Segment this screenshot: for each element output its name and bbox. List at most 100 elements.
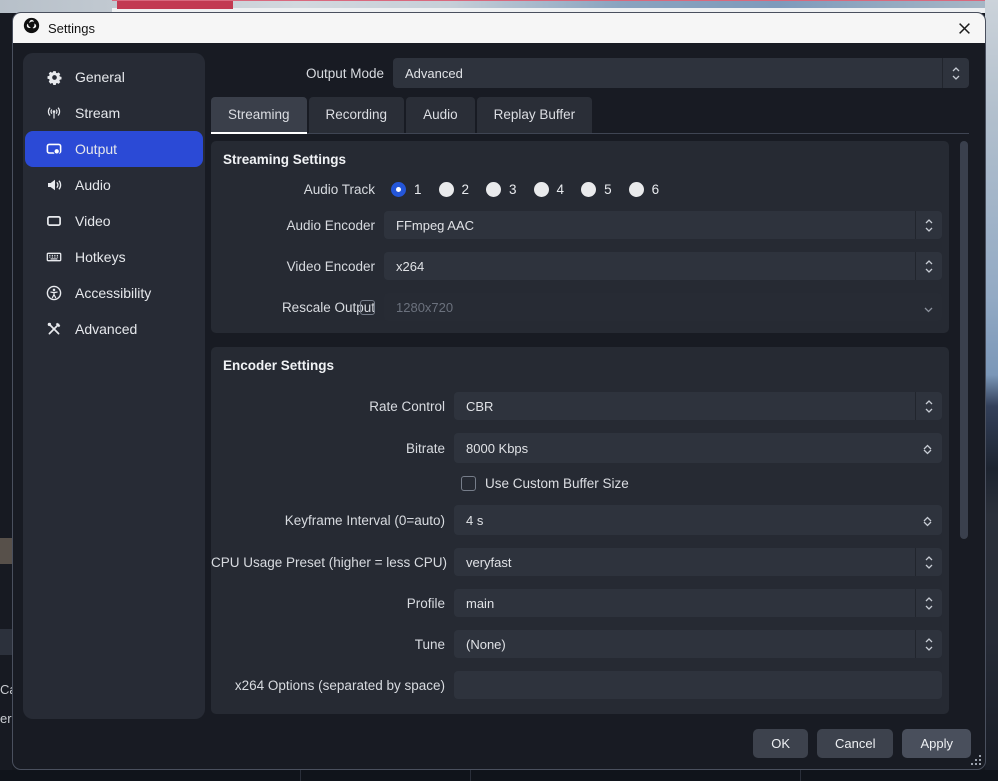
vertical-scrollbar-thumb[interactable]	[960, 141, 968, 539]
rescale-resolution-combo[interactable]: 1280x720	[384, 293, 942, 321]
video-encoder-row: Video Encoder x264	[211, 252, 949, 280]
chevron-up-down-icon[interactable]	[915, 392, 942, 420]
radio-label: 3	[509, 182, 517, 197]
rescale-output-checkbox[interactable]	[360, 300, 375, 315]
dialog-footer: OK Cancel Apply	[753, 729, 971, 758]
chevron-up-down-icon[interactable]	[915, 589, 942, 617]
video-encoder-select[interactable]: x264	[384, 252, 942, 280]
bitrate-spinbox[interactable]: 8000 Kbps	[454, 433, 942, 463]
bitrate-label: Bitrate	[211, 441, 454, 456]
chevron-up-down-icon[interactable]	[915, 252, 942, 280]
cpu-preset-value: veryfast	[466, 555, 512, 570]
keyframe-spinbox[interactable]: 4 s	[454, 505, 942, 535]
x264-options-row: x264 Options (separated by space)	[211, 671, 949, 699]
sidebar-item-label: Accessibility	[75, 285, 151, 301]
sidebar-item-output[interactable]: Output	[25, 131, 203, 167]
chevron-up-down-icon[interactable]	[915, 630, 942, 658]
rescale-output-label: Rescale Output	[211, 300, 384, 315]
radio-icon	[629, 182, 644, 197]
custom-buffer-checkbox[interactable]	[461, 476, 476, 491]
sidebar-item-advanced[interactable]: Advanced	[25, 311, 203, 347]
output-tabs: Streaming Recording Audio Replay Buffer	[211, 97, 969, 134]
settings-sidebar: General Stream Output Audio Video Hotkey…	[23, 53, 205, 719]
radio-track-2[interactable]: 2	[439, 182, 470, 197]
keyframe-row: Keyframe Interval (0=auto) 4 s	[211, 505, 949, 535]
output-mode-select[interactable]: Advanced	[393, 58, 969, 88]
resize-grip[interactable]	[971, 755, 981, 765]
radio-track-6[interactable]: 6	[629, 182, 660, 197]
spin-down-icon[interactable]	[923, 515, 932, 530]
rate-control-select[interactable]: CBR	[454, 392, 942, 420]
person-circle-icon	[46, 285, 62, 301]
x264-options-input[interactable]	[454, 671, 942, 699]
audio-track-label: Audio Track	[211, 182, 384, 197]
monitor-icon	[46, 213, 62, 229]
background-left-band	[0, 629, 12, 655]
radio-icon	[486, 182, 501, 197]
sidebar-item-label: Output	[75, 141, 117, 157]
sidebar-item-label: Advanced	[75, 321, 137, 337]
gear-icon	[46, 69, 62, 85]
radio-label: 6	[652, 182, 660, 197]
tune-select[interactable]: (None)	[454, 630, 942, 658]
tab-audio[interactable]: Audio	[406, 97, 475, 133]
radio-label: 4	[557, 182, 565, 197]
sidebar-item-hotkeys[interactable]: Hotkeys	[25, 239, 203, 275]
spin-down-icon[interactable]	[923, 443, 932, 458]
profile-select[interactable]: main	[454, 589, 942, 617]
sidebar-item-accessibility[interactable]: Accessibility	[25, 275, 203, 311]
rate-control-label: Rate Control	[211, 399, 454, 414]
radio-selected-icon	[391, 182, 406, 197]
output-mode-value: Advanced	[405, 66, 463, 81]
radio-track-3[interactable]: 3	[486, 182, 517, 197]
background-divider	[800, 770, 801, 781]
chevron-up-down-icon[interactable]	[942, 58, 969, 88]
background-red-line	[112, 0, 985, 1]
custom-buffer-row: Use Custom Buffer Size	[461, 475, 949, 492]
x264-options-label: x264 Options (separated by space)	[211, 678, 454, 693]
rescale-output-row: Rescale Output 1280x720	[211, 293, 949, 321]
sidebar-item-general[interactable]: General	[25, 59, 203, 95]
radio-label: 1	[414, 182, 422, 197]
streaming-settings-panel: Streaming Settings Audio Track 1 2 3 4 5…	[211, 141, 949, 333]
radio-track-1[interactable]: 1	[391, 182, 422, 197]
tune-label: Tune	[211, 637, 454, 652]
output-mode-row: Output Mode Advanced	[211, 58, 969, 88]
audio-encoder-select[interactable]: FFmpeg AAC	[384, 211, 942, 239]
tab-label: Recording	[326, 107, 388, 122]
bitrate-row: Bitrate 8000 Kbps	[211, 433, 949, 463]
titlebar[interactable]: Settings	[13, 13, 985, 43]
tab-streaming[interactable]: Streaming	[211, 97, 307, 133]
close-button[interactable]	[953, 17, 975, 39]
tune-value: (None)	[466, 637, 506, 652]
rate-control-value: CBR	[466, 399, 493, 414]
chevron-up-down-icon[interactable]	[915, 548, 942, 576]
tune-row: Tune (None)	[211, 630, 949, 658]
cancel-button[interactable]: Cancel	[817, 729, 893, 758]
cpu-preset-select[interactable]: veryfast	[454, 548, 942, 576]
radio-icon	[439, 182, 454, 197]
radio-track-4[interactable]: 4	[534, 182, 565, 197]
output-screen-icon	[46, 141, 62, 157]
speaker-icon	[46, 177, 62, 193]
radio-track-5[interactable]: 5	[581, 182, 612, 197]
tab-recording[interactable]: Recording	[309, 97, 405, 133]
apply-button[interactable]: Apply	[902, 729, 971, 758]
tab-label: Streaming	[228, 107, 290, 122]
keyframe-value: 4 s	[466, 513, 483, 528]
audio-track-row: Audio Track 1 2 3 4 5 6	[211, 180, 949, 198]
crossed-tools-icon	[46, 321, 62, 337]
background-red-bar	[117, 1, 233, 9]
background-divider	[300, 770, 301, 781]
ok-button[interactable]: OK	[753, 729, 808, 758]
chevron-up-down-icon[interactable]	[915, 211, 942, 239]
radio-icon	[534, 182, 549, 197]
tab-label: Audio	[423, 107, 458, 122]
sidebar-item-audio[interactable]: Audio	[25, 167, 203, 203]
background-right-sliver	[985, 0, 998, 781]
sidebar-item-video[interactable]: Video	[25, 203, 203, 239]
video-encoder-label: Video Encoder	[211, 259, 384, 274]
tab-replay-buffer[interactable]: Replay Buffer	[477, 97, 593, 133]
keyframe-label: Keyframe Interval (0=auto)	[211, 513, 454, 528]
sidebar-item-stream[interactable]: Stream	[25, 95, 203, 131]
